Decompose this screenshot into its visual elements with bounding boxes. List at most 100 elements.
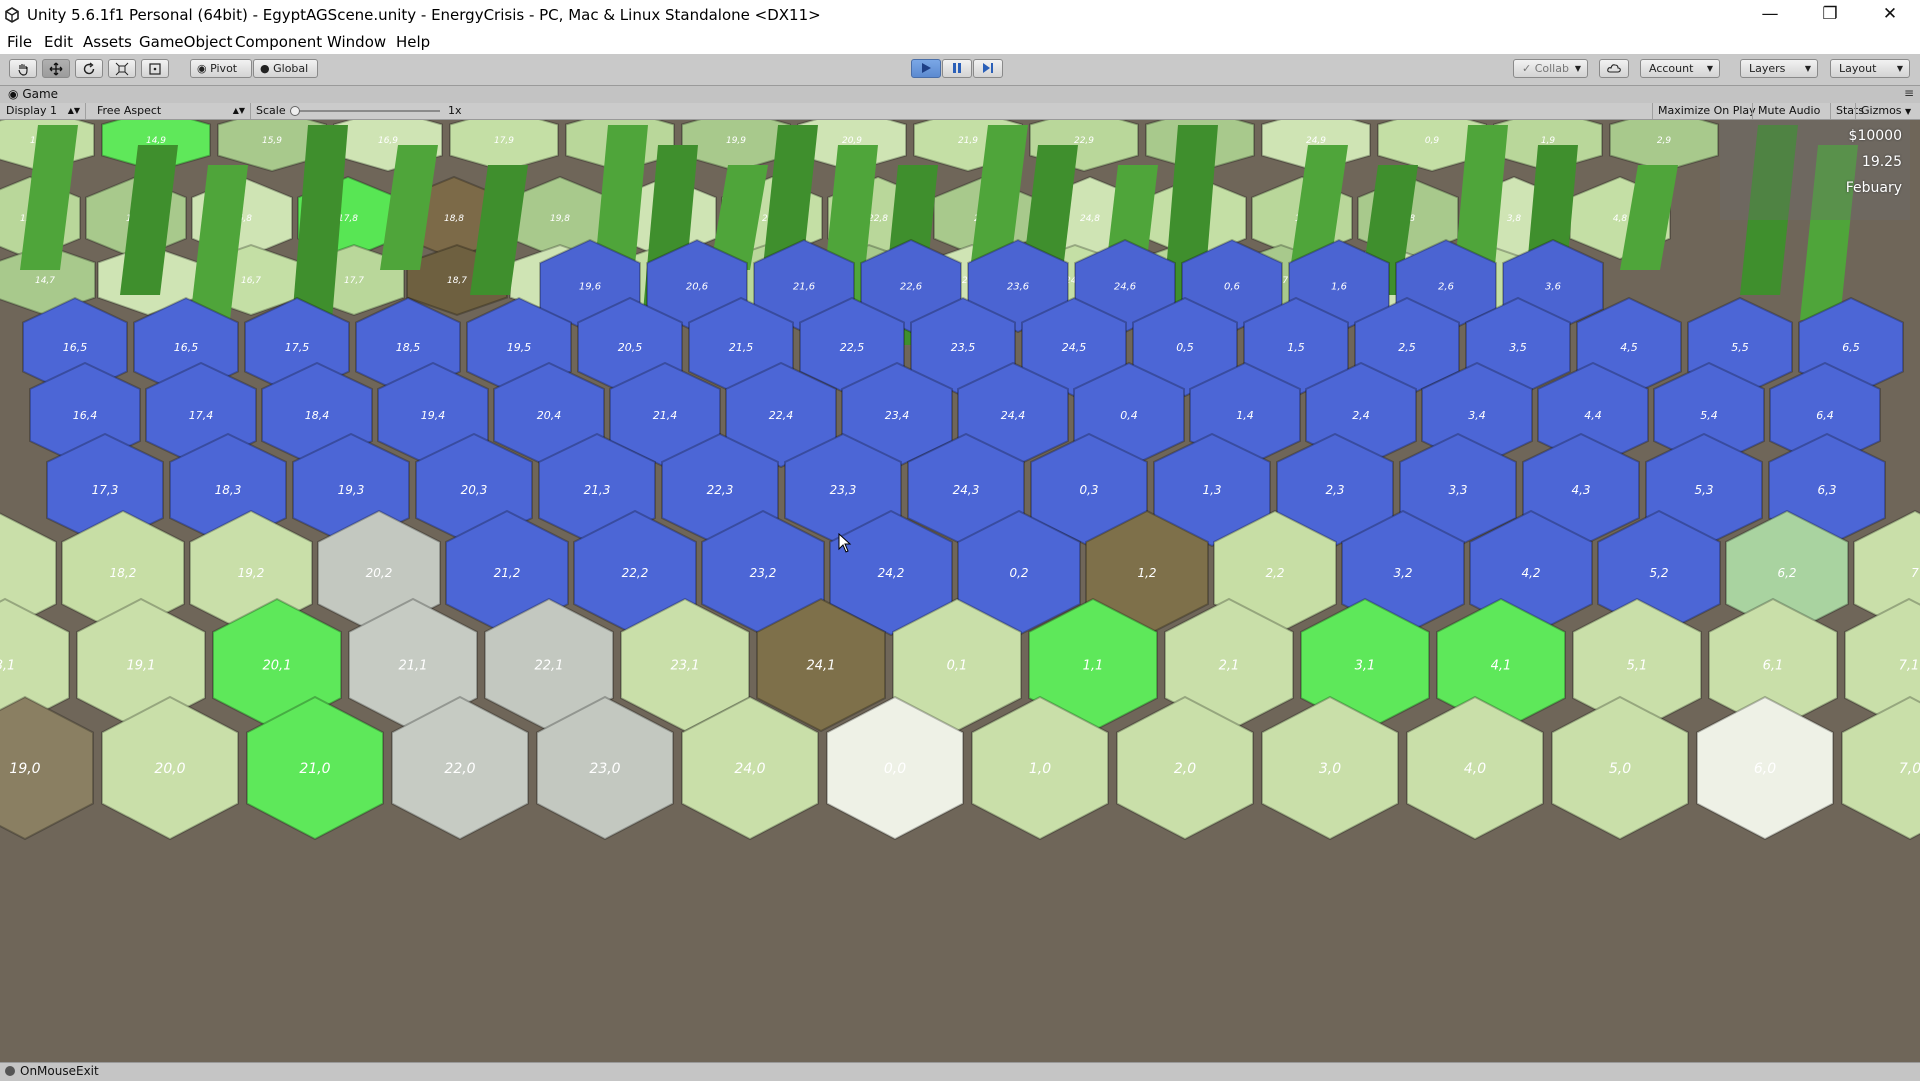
minimize-icon[interactable]: — xyxy=(1740,0,1800,31)
status-message[interactable]: OnMouseExit xyxy=(20,1064,99,1078)
menu-edit[interactable]: Edit xyxy=(44,33,73,51)
tile-label: 5,2 xyxy=(1649,566,1668,580)
tile-label: 16,5 xyxy=(63,341,88,354)
pivot-label: Pivot xyxy=(210,62,238,75)
tab-menu-icon[interactable]: ≡ xyxy=(1904,86,1914,100)
close-icon[interactable]: ✕ xyxy=(1860,0,1920,31)
menu-help[interactable]: Help xyxy=(396,33,430,51)
tile-label: 19,4 xyxy=(421,409,446,422)
tile-row9[interactable]: 19,9 xyxy=(681,120,791,173)
account-label: Account xyxy=(1649,62,1694,75)
menu-assets[interactable]: Assets xyxy=(83,33,132,51)
tile-row9[interactable]: 2,9 xyxy=(1609,120,1719,173)
tile-row0[interactable]: 5,0 xyxy=(1551,695,1689,841)
tile-label: 18,8 xyxy=(444,214,464,224)
menu-component[interactable]: Component xyxy=(235,33,322,51)
tile-label: 18,5 xyxy=(396,341,421,354)
menu-gameobject[interactable]: GameObject xyxy=(139,33,233,51)
game-tab-icon: ◉ xyxy=(8,87,19,101)
global-label: Global xyxy=(273,62,309,75)
tile-label: 1,1 xyxy=(1083,659,1104,674)
tile-label: 23,5 xyxy=(951,341,976,354)
tile-label: 4,3 xyxy=(1571,483,1590,497)
tile-label: 20,3 xyxy=(461,483,488,497)
tile-label: 20,6 xyxy=(686,282,708,293)
tile-label: 19,0 xyxy=(9,761,40,777)
game-view-toolbar: Display 1 ▲▼ Free Aspect ▲▼ Scale 1x Max… xyxy=(0,103,1920,120)
tile-row0[interactable]: 7,0 xyxy=(1841,695,1920,841)
maximize-on-play-toggle[interactable]: Maximize On Play xyxy=(1652,103,1761,119)
tile-label: 24,3 xyxy=(953,483,980,497)
tile-label: 19,5 xyxy=(507,341,532,354)
rect-tool-icon[interactable] xyxy=(141,59,169,78)
tile-label: 22,6 xyxy=(900,282,922,293)
tile-label: 6,5 xyxy=(1842,341,1860,354)
tile-row0[interactable]: 19,0 xyxy=(0,695,94,841)
tile-label: 22,3 xyxy=(707,483,734,497)
tile-label: 23,4 xyxy=(885,409,910,422)
hex-grid-scene[interactable]: 13,914,915,916,917,918,919,920,921,922,9… xyxy=(0,120,1920,1062)
tile-label: 21,4 xyxy=(653,409,678,422)
gizmos-dropdown[interactable]: Gizmos ▼ xyxy=(1855,103,1920,119)
scale-slider[interactable] xyxy=(290,103,440,119)
tile-label: 0,5 xyxy=(1176,341,1194,354)
tile-label: 21,0 xyxy=(299,761,330,777)
rotate-tool-icon[interactable] xyxy=(75,59,103,78)
tab-game[interactable]: ◉ Game xyxy=(8,87,58,101)
tile-label: 1,3 xyxy=(1202,483,1221,497)
move-tool-icon[interactable] xyxy=(42,59,70,78)
cloud-icon xyxy=(1607,64,1621,73)
game-viewport[interactable]: 13,914,915,916,917,918,919,920,921,922,9… xyxy=(0,120,1920,1062)
tile-label: 18,3 xyxy=(215,483,242,497)
global-toggle[interactable]: ● Global xyxy=(253,59,318,78)
layout-dropdown[interactable]: Layout ▼ xyxy=(1830,59,1910,78)
tile-label: 22,8 xyxy=(868,214,888,224)
menu-bar: File Edit Assets GameObject Component Wi… xyxy=(0,31,1920,54)
tile-label: 3,0 xyxy=(1319,761,1341,777)
display-dropdown[interactable]: Display 1 ▲▼ xyxy=(0,103,86,119)
step-button[interactable] xyxy=(973,59,1003,78)
pivot-toggle[interactable]: ◉ Pivot xyxy=(190,59,252,78)
tile-label: 2,6 xyxy=(1438,282,1454,293)
menu-file[interactable]: File xyxy=(7,33,32,51)
collab-dropdown[interactable]: ✓ Collab ▼ xyxy=(1513,59,1588,78)
display-label: Display 1 xyxy=(6,104,58,117)
mute-audio-toggle[interactable]: Mute Audio xyxy=(1752,103,1825,119)
pause-button[interactable] xyxy=(942,59,972,78)
restore-icon[interactable]: ❐ xyxy=(1800,0,1860,31)
tile-label: 15,9 xyxy=(262,136,282,146)
dropdown-arrow-icon: ▼ xyxy=(1905,107,1912,116)
tile-label: 19,8 xyxy=(550,214,570,224)
tile-row9[interactable]: 17,9 xyxy=(449,120,559,173)
menu-window[interactable]: Window xyxy=(327,33,386,51)
play-button[interactable] xyxy=(911,59,941,78)
tile-label: 5,1 xyxy=(1627,659,1648,674)
tile-label: 19,2 xyxy=(238,566,265,580)
account-dropdown[interactable]: Account ▼ xyxy=(1640,59,1720,78)
tile-label: 6,2 xyxy=(1777,566,1796,580)
tile-label: 14,9 xyxy=(146,136,166,146)
tile-label: 19,3 xyxy=(338,483,365,497)
tile-label: 21,9 xyxy=(958,136,978,146)
tile-label: 4,4 xyxy=(1584,409,1602,422)
tile-label: 7,0 xyxy=(1899,761,1920,777)
layers-dropdown[interactable]: Layers ▼ xyxy=(1740,59,1818,78)
cloud-button[interactable] xyxy=(1599,59,1629,78)
tab-game-label: Game xyxy=(22,87,59,101)
dropdown-arrow-icon: ▼ xyxy=(1896,64,1903,73)
tile-label: 18,2 xyxy=(110,566,137,580)
tile-row0[interactable]: 6,0 xyxy=(1696,695,1834,841)
aspect-dropdown[interactable]: Free Aspect ▲▼ xyxy=(91,103,251,119)
tile-label: 6,1 xyxy=(1763,659,1784,674)
tile-label: 4,8 xyxy=(1613,214,1628,224)
tile-label: 2,5 xyxy=(1398,341,1416,354)
scale-slider-thumb[interactable] xyxy=(290,106,300,116)
tile-label: 0,4 xyxy=(1120,409,1138,422)
hand-tool-icon[interactable] xyxy=(9,59,37,78)
unity-logo-icon xyxy=(4,7,20,27)
scale-tool-icon[interactable] xyxy=(108,59,136,78)
pause-icon xyxy=(953,63,961,73)
tile-label: 1,0 xyxy=(1029,761,1051,777)
tile-label: 22,9 xyxy=(1074,136,1094,146)
tile-label: 24,0 xyxy=(734,761,765,777)
